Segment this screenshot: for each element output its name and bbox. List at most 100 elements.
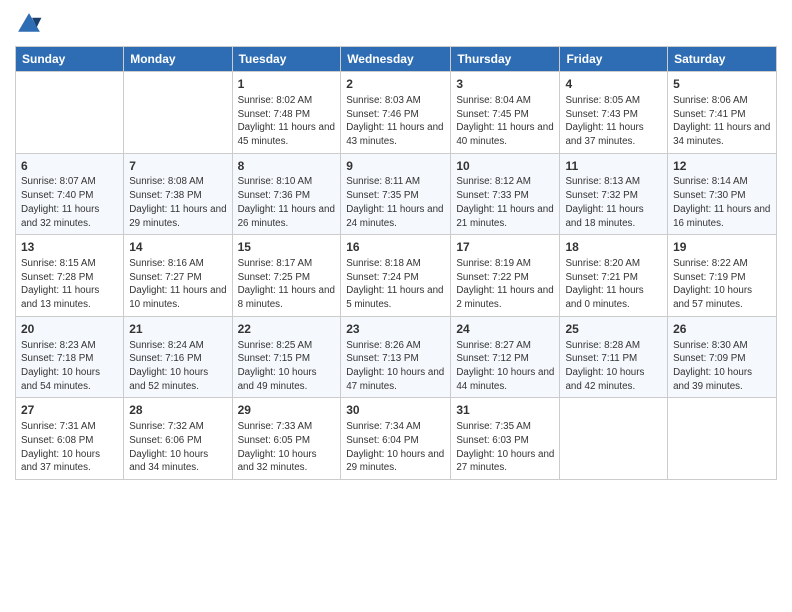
- day-number: 23: [346, 321, 445, 338]
- day-cell: [124, 72, 232, 154]
- day-number: 18: [565, 239, 662, 256]
- day-info: Sunrise: 8:17 AM Sunset: 7:25 PM Dayligh…: [238, 257, 336, 312]
- day-cell: 13Sunrise: 8:15 AM Sunset: 7:28 PM Dayli…: [16, 235, 124, 317]
- day-cell: 5Sunrise: 8:06 AM Sunset: 7:41 PM Daylig…: [668, 72, 777, 154]
- day-info: Sunrise: 7:33 AM Sunset: 6:05 PM Dayligh…: [238, 420, 336, 475]
- day-number: 24: [456, 321, 554, 338]
- day-cell: 9Sunrise: 8:11 AM Sunset: 7:35 PM Daylig…: [341, 153, 451, 235]
- day-number: 9: [346, 158, 445, 175]
- day-number: 2: [346, 76, 445, 93]
- day-number: 14: [129, 239, 226, 256]
- day-number: 15: [238, 239, 336, 256]
- day-cell: 14Sunrise: 8:16 AM Sunset: 7:27 PM Dayli…: [124, 235, 232, 317]
- day-cell: 22Sunrise: 8:25 AM Sunset: 7:15 PM Dayli…: [232, 316, 341, 398]
- day-cell: 18Sunrise: 8:20 AM Sunset: 7:21 PM Dayli…: [560, 235, 668, 317]
- day-number: 12: [673, 158, 771, 175]
- day-cell: 23Sunrise: 8:26 AM Sunset: 7:13 PM Dayli…: [341, 316, 451, 398]
- day-number: 27: [21, 402, 118, 419]
- week-row-5: 27Sunrise: 7:31 AM Sunset: 6:08 PM Dayli…: [16, 398, 777, 480]
- day-cell: 1Sunrise: 8:02 AM Sunset: 7:48 PM Daylig…: [232, 72, 341, 154]
- day-number: 22: [238, 321, 336, 338]
- logo: [15, 10, 47, 38]
- day-info: Sunrise: 8:23 AM Sunset: 7:18 PM Dayligh…: [21, 339, 118, 394]
- header-cell-monday: Monday: [124, 47, 232, 72]
- day-number: 5: [673, 76, 771, 93]
- day-info: Sunrise: 8:04 AM Sunset: 7:45 PM Dayligh…: [456, 94, 554, 149]
- day-info: Sunrise: 8:05 AM Sunset: 7:43 PM Dayligh…: [565, 94, 662, 149]
- day-cell: [560, 398, 668, 480]
- day-info: Sunrise: 8:14 AM Sunset: 7:30 PM Dayligh…: [673, 175, 771, 230]
- week-row-2: 6Sunrise: 8:07 AM Sunset: 7:40 PM Daylig…: [16, 153, 777, 235]
- week-row-1: 1Sunrise: 8:02 AM Sunset: 7:48 PM Daylig…: [16, 72, 777, 154]
- day-cell: 12Sunrise: 8:14 AM Sunset: 7:30 PM Dayli…: [668, 153, 777, 235]
- header-cell-saturday: Saturday: [668, 47, 777, 72]
- day-number: 25: [565, 321, 662, 338]
- day-cell: [668, 398, 777, 480]
- day-cell: 24Sunrise: 8:27 AM Sunset: 7:12 PM Dayli…: [451, 316, 560, 398]
- day-number: 4: [565, 76, 662, 93]
- day-number: 1: [238, 76, 336, 93]
- header: [15, 10, 777, 38]
- header-cell-tuesday: Tuesday: [232, 47, 341, 72]
- header-cell-friday: Friday: [560, 47, 668, 72]
- day-number: 21: [129, 321, 226, 338]
- day-info: Sunrise: 8:22 AM Sunset: 7:19 PM Dayligh…: [673, 257, 771, 312]
- header-row: SundayMondayTuesdayWednesdayThursdayFrid…: [16, 47, 777, 72]
- day-cell: 6Sunrise: 8:07 AM Sunset: 7:40 PM Daylig…: [16, 153, 124, 235]
- day-number: 19: [673, 239, 771, 256]
- day-number: 8: [238, 158, 336, 175]
- day-info: Sunrise: 8:25 AM Sunset: 7:15 PM Dayligh…: [238, 339, 336, 394]
- day-cell: 11Sunrise: 8:13 AM Sunset: 7:32 PM Dayli…: [560, 153, 668, 235]
- day-cell: 30Sunrise: 7:34 AM Sunset: 6:04 PM Dayli…: [341, 398, 451, 480]
- day-cell: 3Sunrise: 8:04 AM Sunset: 7:45 PM Daylig…: [451, 72, 560, 154]
- day-cell: 28Sunrise: 7:32 AM Sunset: 6:06 PM Dayli…: [124, 398, 232, 480]
- page-container: SundayMondayTuesdayWednesdayThursdayFrid…: [0, 0, 792, 490]
- day-number: 3: [456, 76, 554, 93]
- day-cell: 16Sunrise: 8:18 AM Sunset: 7:24 PM Dayli…: [341, 235, 451, 317]
- week-row-4: 20Sunrise: 8:23 AM Sunset: 7:18 PM Dayli…: [16, 316, 777, 398]
- day-info: Sunrise: 8:16 AM Sunset: 7:27 PM Dayligh…: [129, 257, 226, 312]
- day-info: Sunrise: 8:13 AM Sunset: 7:32 PM Dayligh…: [565, 175, 662, 230]
- header-cell-sunday: Sunday: [16, 47, 124, 72]
- day-info: Sunrise: 8:15 AM Sunset: 7:28 PM Dayligh…: [21, 257, 118, 312]
- day-number: 6: [21, 158, 118, 175]
- day-cell: 8Sunrise: 8:10 AM Sunset: 7:36 PM Daylig…: [232, 153, 341, 235]
- week-row-3: 13Sunrise: 8:15 AM Sunset: 7:28 PM Dayli…: [16, 235, 777, 317]
- day-cell: 29Sunrise: 7:33 AM Sunset: 6:05 PM Dayli…: [232, 398, 341, 480]
- day-number: 13: [21, 239, 118, 256]
- day-number: 7: [129, 158, 226, 175]
- day-cell: 31Sunrise: 7:35 AM Sunset: 6:03 PM Dayli…: [451, 398, 560, 480]
- day-cell: 27Sunrise: 7:31 AM Sunset: 6:08 PM Dayli…: [16, 398, 124, 480]
- day-info: Sunrise: 7:35 AM Sunset: 6:03 PM Dayligh…: [456, 420, 554, 475]
- calendar-table: SundayMondayTuesdayWednesdayThursdayFrid…: [15, 46, 777, 480]
- day-info: Sunrise: 8:03 AM Sunset: 7:46 PM Dayligh…: [346, 94, 445, 149]
- day-info: Sunrise: 8:24 AM Sunset: 7:16 PM Dayligh…: [129, 339, 226, 394]
- day-cell: 2Sunrise: 8:03 AM Sunset: 7:46 PM Daylig…: [341, 72, 451, 154]
- day-info: Sunrise: 8:02 AM Sunset: 7:48 PM Dayligh…: [238, 94, 336, 149]
- day-number: 11: [565, 158, 662, 175]
- day-info: Sunrise: 7:34 AM Sunset: 6:04 PM Dayligh…: [346, 420, 445, 475]
- day-cell: [16, 72, 124, 154]
- day-cell: 17Sunrise: 8:19 AM Sunset: 7:22 PM Dayli…: [451, 235, 560, 317]
- day-cell: 10Sunrise: 8:12 AM Sunset: 7:33 PM Dayli…: [451, 153, 560, 235]
- day-info: Sunrise: 7:31 AM Sunset: 6:08 PM Dayligh…: [21, 420, 118, 475]
- day-info: Sunrise: 8:18 AM Sunset: 7:24 PM Dayligh…: [346, 257, 445, 312]
- day-number: 16: [346, 239, 445, 256]
- day-cell: 15Sunrise: 8:17 AM Sunset: 7:25 PM Dayli…: [232, 235, 341, 317]
- day-info: Sunrise: 8:28 AM Sunset: 7:11 PM Dayligh…: [565, 339, 662, 394]
- day-number: 30: [346, 402, 445, 419]
- day-info: Sunrise: 8:26 AM Sunset: 7:13 PM Dayligh…: [346, 339, 445, 394]
- day-cell: 25Sunrise: 8:28 AM Sunset: 7:11 PM Dayli…: [560, 316, 668, 398]
- day-info: Sunrise: 8:20 AM Sunset: 7:21 PM Dayligh…: [565, 257, 662, 312]
- header-cell-wednesday: Wednesday: [341, 47, 451, 72]
- day-number: 28: [129, 402, 226, 419]
- day-info: Sunrise: 8:08 AM Sunset: 7:38 PM Dayligh…: [129, 175, 226, 230]
- day-cell: 4Sunrise: 8:05 AM Sunset: 7:43 PM Daylig…: [560, 72, 668, 154]
- logo-icon: [15, 10, 43, 38]
- day-number: 31: [456, 402, 554, 419]
- day-number: 20: [21, 321, 118, 338]
- day-number: 17: [456, 239, 554, 256]
- day-info: Sunrise: 8:10 AM Sunset: 7:36 PM Dayligh…: [238, 175, 336, 230]
- day-info: Sunrise: 8:19 AM Sunset: 7:22 PM Dayligh…: [456, 257, 554, 312]
- day-number: 26: [673, 321, 771, 338]
